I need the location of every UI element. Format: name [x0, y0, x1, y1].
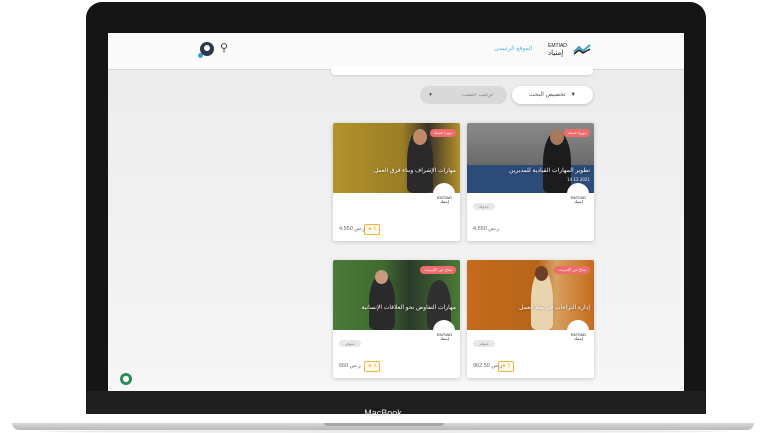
org-logo: EMTIAD إمتياد [436, 195, 452, 204]
course-date: 14.12.2021 [567, 177, 590, 182]
chevron-down-icon: ▼ [428, 92, 433, 98]
course-price: 4,550 ر.س [339, 226, 366, 232]
rating-badge: ★ 3 [364, 361, 380, 372]
device-brand-label: MacBook [364, 408, 402, 418]
logo-arabic-mark: إمتياد [548, 49, 563, 57]
course-card[interactable]: متاح عن الإنترنت إدارة النزاعات في بيئة … [467, 260, 594, 378]
search-icon[interactable]: ⚲ [220, 41, 228, 54]
course-price: 4,550 ر.س [473, 226, 500, 232]
rating-value: 5 [373, 227, 377, 232]
course-price: 660 ر.س [339, 363, 361, 369]
emtiad-logo[interactable]: EMTIAD إمتياد [546, 41, 592, 59]
course-status-pill: جدولة [473, 203, 495, 210]
laptop-base-notch [324, 423, 444, 426]
sort-placeholder: ترتيب حسب [462, 92, 493, 98]
org-logo: EMTIAD إمتياد [436, 332, 452, 341]
customize-search-button[interactable]: تخصيص البحث ▼ [512, 86, 593, 104]
org-logo: EMTIAD إمتياد [570, 332, 586, 341]
course-tag: متاح عن الإنترنت [420, 266, 456, 274]
rating-value: 3 [373, 364, 377, 369]
sort-select[interactable]: ترتيب حسب ▼ [420, 86, 507, 104]
rating-badge: ★ 5 [364, 224, 380, 235]
main-site-link[interactable]: الموقع الرئيسي [494, 45, 532, 52]
course-title[interactable]: مهارات التفاوض نحو العلاقات الإنسانية [336, 304, 456, 311]
course-title[interactable]: مهارات الإشراف وبناء فرق العمل [336, 167, 456, 174]
course-card[interactable]: متاح عن الإنترنت مهارات التفاوض نحو العل… [333, 260, 460, 378]
course-tag: دورة حديثة [430, 129, 456, 137]
chat-launcher-button[interactable]: ● [120, 373, 132, 385]
course-card[interactable]: دورة حديثة مهارات الإشراف وبناء فرق العم… [333, 123, 460, 241]
search-strip [331, 66, 593, 75]
course-status-pill: متوفر [473, 340, 495, 347]
filter-button-label: تخصيص البحث [528, 92, 566, 98]
user-status-dot [198, 53, 203, 58]
org-logo: EMTIAD إمتياد [570, 195, 586, 204]
course-title[interactable]: إدارة النزاعات في بيئة العمل [470, 304, 590, 311]
top-navigation-bar [108, 33, 684, 70]
chat-icon: ● [122, 374, 130, 383]
course-card[interactable]: دورة حديثة تطوير المهارات القيادية للمدي… [467, 123, 594, 241]
course-tag: دورة حديثة [564, 129, 590, 137]
filter-icon: ▼ [570, 92, 577, 98]
course-tag: متاح عن الإنترنت [554, 266, 590, 274]
course-status-pill: متوفر [339, 340, 361, 347]
course-price: 962.50 ر.س [473, 363, 503, 369]
course-title[interactable]: تطوير المهارات القيادية للمديرين [470, 167, 590, 174]
rating-value: 5 [507, 364, 511, 369]
